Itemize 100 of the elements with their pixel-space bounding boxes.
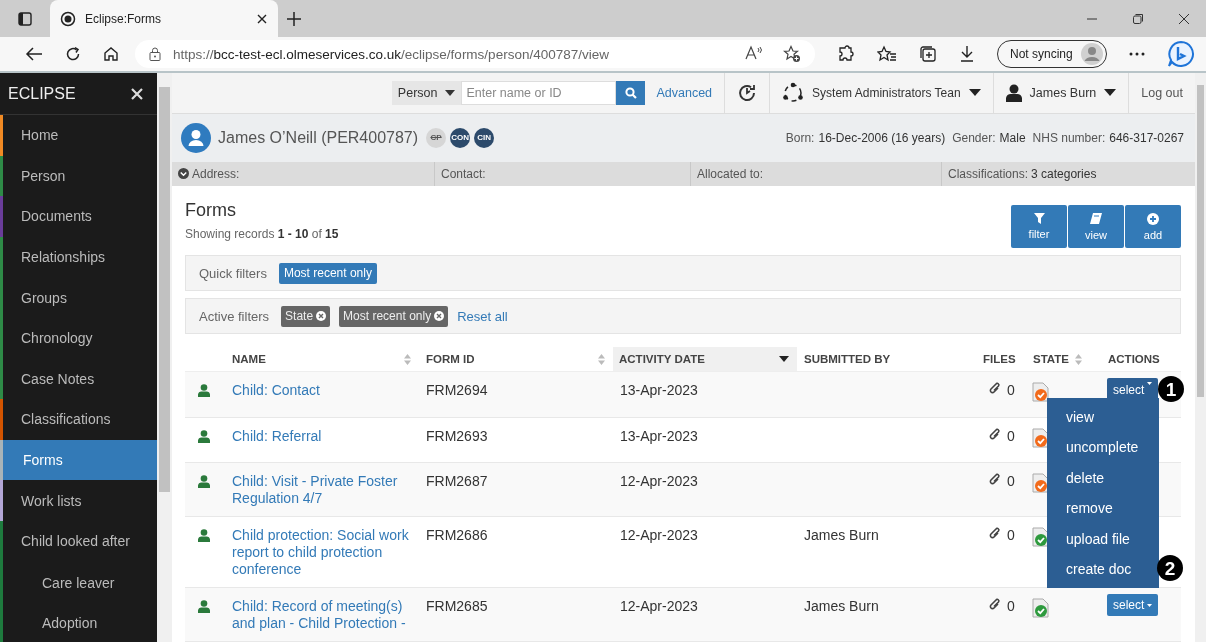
- info-label: Address:: [192, 166, 240, 181]
- column-header[interactable]: ACTIVITY DATE: [613, 347, 797, 371]
- add-icon: [1147, 212, 1159, 225]
- paperclip-icon: [989, 473, 1001, 486]
- close-icon[interactable]: [256, 12, 268, 25]
- search-field[interactable]: Enter name or ID: [461, 80, 617, 105]
- column-header[interactable]: SUBMITTED BY: [797, 347, 983, 371]
- table-cell: FRM2694: [426, 382, 488, 399]
- column-header[interactable]: NAME: [225, 347, 419, 371]
- menu-item[interactable]: upload file: [1047, 524, 1159, 555]
- new-tab-icon[interactable]: [286, 10, 302, 27]
- toolbar-button[interactable]: view: [1068, 205, 1124, 248]
- paperclip-icon: [989, 382, 1001, 395]
- table-cell: FRM2686: [426, 527, 488, 544]
- logout-link[interactable]: Log out: [1141, 85, 1183, 100]
- remove-icon[interactable]: [316, 311, 327, 321]
- filter-label: Active filters: [199, 308, 270, 324]
- form-name-link[interactable]: Child: Visit - Private Foster Regulation 4/7: [232, 473, 412, 507]
- record-count: Showing records 1 - 10 of 15: [185, 227, 339, 241]
- chat-icon[interactable]: [1166, 40, 1195, 68]
- paperclip-icon: [989, 598, 1001, 611]
- form-name-link[interactable]: Child: Referral: [232, 428, 322, 445]
- detail-value: Male: [999, 130, 1026, 145]
- lock-icon[interactable]: [149, 47, 161, 61]
- menu-item[interactable]: uncomplete: [1047, 432, 1159, 463]
- caret-icon: [1147, 603, 1153, 607]
- info-value: 3 categories: [1031, 166, 1097, 181]
- status-badge: CON: [450, 127, 471, 148]
- select-dropdown-button[interactable]: select: [1107, 594, 1159, 616]
- active-filter-chip[interactable]: State: [281, 305, 331, 327]
- expand-icon[interactable]: [178, 168, 189, 180]
- favorites-icon[interactable]: [877, 45, 897, 63]
- column-header[interactable]: FORM ID: [419, 347, 613, 371]
- paperclip-icon: [989, 527, 1001, 540]
- collections-icon[interactable]: [919, 45, 937, 63]
- menu-item[interactable]: create doc: [1047, 554, 1159, 585]
- table-cell: 12-Apr-2023: [620, 598, 698, 615]
- detail-value: 646-317-0267: [1109, 130, 1184, 145]
- browser-tab[interactable]: Eclipse:Forms: [50, 0, 278, 37]
- reset-link[interactable]: Reset all: [457, 308, 508, 324]
- sort-desc-icon[interactable]: [779, 356, 789, 362]
- person-icon: [198, 430, 210, 443]
- read-aloud-icon[interactable]: [745, 45, 763, 61]
- sidebar-item[interactable]: Forms: [0, 439, 157, 481]
- app-title: ECLIPSE: [8, 84, 76, 103]
- address-bar[interactable]: https://bcc-test-ecl.olmeservices.co.uk/eclipse/forms/person/400787/view: [135, 40, 815, 68]
- close-icon[interactable]: [1178, 12, 1190, 25]
- column-header[interactable]: STATE: [1025, 347, 1101, 371]
- remove-icon[interactable]: [434, 311, 445, 321]
- search-type-dropdown[interactable]: Person: [391, 80, 462, 105]
- column-header[interactable]: ACTIONS: [1101, 347, 1181, 371]
- user-icon: [1005, 83, 1022, 102]
- column-header[interactable]: FILES: [983, 347, 1025, 371]
- refresh-icon[interactable]: [65, 46, 81, 62]
- callout-marker: 2: [1157, 555, 1183, 581]
- file-count: 0: [1007, 382, 1015, 399]
- extensions-icon[interactable]: [837, 45, 855, 63]
- search-icon: [624, 86, 637, 99]
- active-filter-chip[interactable]: Most recent only: [339, 305, 449, 327]
- form-name-link[interactable]: Child protection: Social work report to child protection conference: [232, 527, 412, 578]
- home-icon[interactable]: [103, 46, 119, 62]
- table-cell: FRM2685: [426, 598, 488, 615]
- table-cell: 12-Apr-2023: [620, 527, 698, 544]
- toolbar-button[interactable]: add: [1125, 205, 1181, 248]
- menu-item[interactable]: remove: [1047, 493, 1159, 524]
- file-count: 0: [1007, 428, 1015, 445]
- person-icon: [198, 384, 210, 397]
- user-dropdown[interactable]: James Burn: [992, 73, 1129, 113]
- detail-label: Born:: [785, 130, 815, 145]
- book-icon: [1090, 212, 1102, 225]
- history-icon[interactable]: [737, 82, 758, 103]
- detail-label: NHS number:: [1032, 130, 1106, 145]
- more-icon[interactable]: [1128, 52, 1145, 56]
- advanced-search-link[interactable]: Advanced: [656, 85, 713, 100]
- table-cell: 13-Apr-2023: [620, 428, 698, 445]
- table-cell: James Burn: [804, 527, 879, 544]
- team-dropdown[interactable]: System Administrators Tean: [769, 73, 993, 113]
- toolbar-button[interactable]: filter: [1011, 205, 1067, 248]
- form-name-link[interactable]: Child: Contact: [232, 382, 320, 399]
- scrollbar[interactable]: [157, 73, 172, 642]
- download-icon[interactable]: [959, 45, 975, 63]
- favorite-add-icon[interactable]: [783, 45, 801, 63]
- info-label: Contact:: [441, 166, 486, 181]
- menu-item[interactable]: delete: [1047, 463, 1159, 494]
- filter-label: Quick filters: [199, 265, 267, 281]
- quick-filter-chip[interactable]: Most recent only: [278, 262, 377, 284]
- form-name-link[interactable]: Child: Record of meeting(s) and plan - Child Protection -: [232, 598, 412, 632]
- person-name: James O’Neill (PER400787): [218, 128, 419, 147]
- table-cell: 12-Apr-2023: [620, 473, 698, 490]
- file-count: 0: [1007, 527, 1015, 544]
- callout-marker: 1: [1158, 376, 1184, 402]
- person-icon: [198, 600, 210, 613]
- team-icon: [782, 81, 805, 104]
- restore-icon[interactable]: [1132, 12, 1144, 25]
- info-label: Classifications:: [948, 166, 1029, 181]
- back-icon[interactable]: [25, 46, 43, 62]
- search-button[interactable]: [616, 80, 646, 105]
- status-badge: CP: [426, 127, 447, 148]
- file-count: 0: [1007, 473, 1015, 490]
- scrollbar[interactable]: [1195, 73, 1206, 642]
